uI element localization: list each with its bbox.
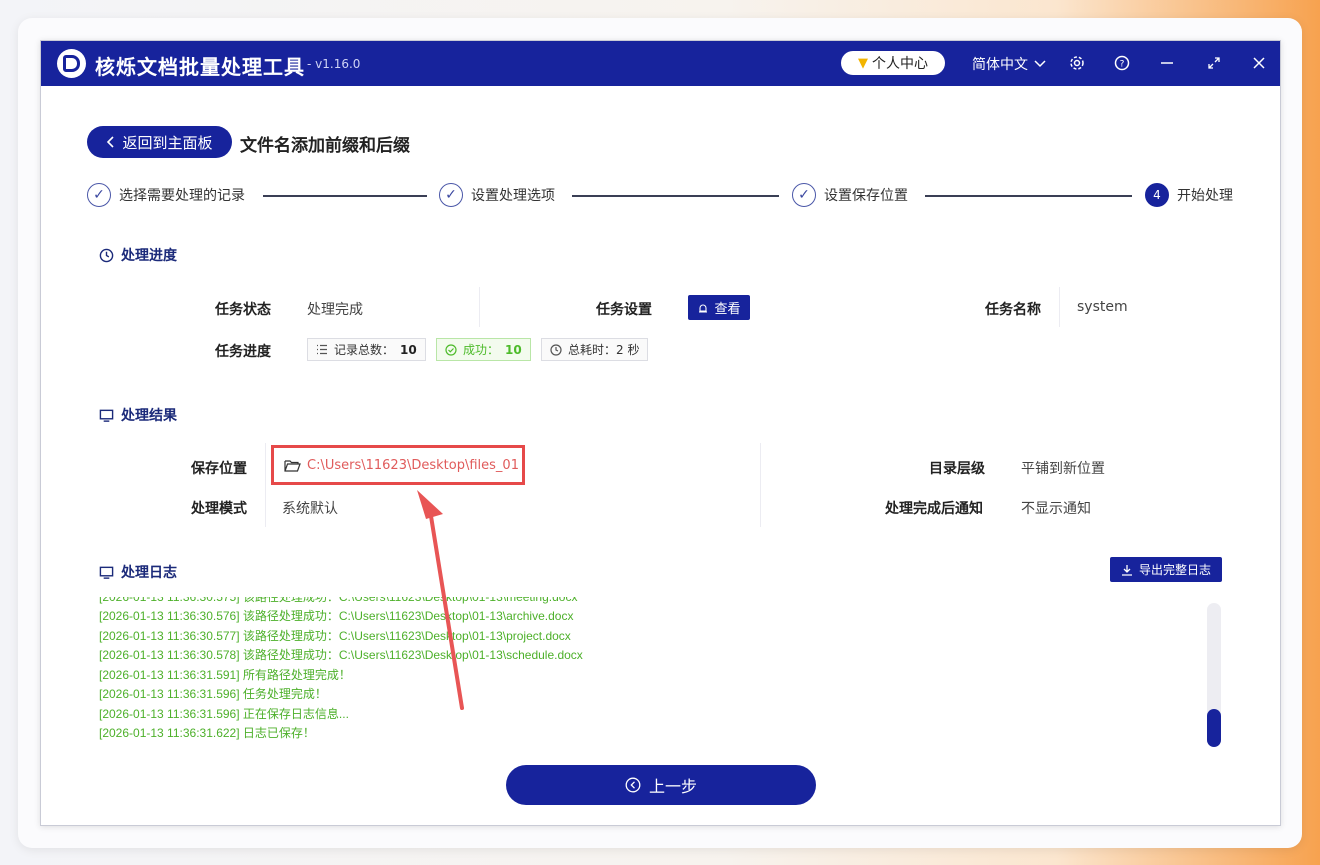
divider bbox=[760, 443, 761, 527]
process-mode-label: 处理模式 bbox=[191, 501, 247, 517]
step-1-label: 选择需要处理的记录 bbox=[119, 188, 245, 204]
title-bar: 核烁文档批量处理工具 - v1.16.0 ▼ 个人中心 简体中文 ? bbox=[41, 41, 1280, 86]
success-value: 10 bbox=[505, 342, 522, 357]
check-icon: ✓ bbox=[87, 183, 111, 207]
step-4-label: 开始处理 bbox=[1177, 188, 1233, 204]
check-icon: ✓ bbox=[792, 183, 816, 207]
notify-value: 不显示通知 bbox=[1021, 501, 1091, 517]
step-2-label: 设置处理选项 bbox=[471, 188, 555, 204]
app-title: 核烁文档批量处理工具 bbox=[95, 55, 305, 79]
view-settings-button[interactable]: 查看 bbox=[688, 295, 750, 320]
page-title: 文件名添加前缀和后缀 bbox=[240, 136, 410, 156]
directory-level-value: 平铺到新位置 bbox=[1021, 461, 1105, 477]
success-label: 成功： bbox=[463, 343, 500, 357]
divider bbox=[479, 287, 480, 327]
step-4: 4 开始处理 bbox=[1145, 183, 1233, 207]
total-records-label: 记录总数： bbox=[334, 343, 395, 357]
list-icon bbox=[317, 344, 327, 355]
alarm-icon bbox=[699, 304, 708, 313]
export-log-label: 导出完整日志 bbox=[1138, 563, 1211, 577]
task-status-label: 任务状态 bbox=[215, 302, 271, 318]
vip-badge-icon: ▼ bbox=[858, 55, 868, 71]
app-version: - v1.16.0 bbox=[307, 57, 361, 71]
export-log-button[interactable]: 导出完整日志 bbox=[1110, 557, 1222, 582]
progress-section-title: 处理进度 bbox=[121, 248, 177, 264]
task-name-label: 任务名称 bbox=[985, 302, 1041, 318]
user-center-label: 个人中心 bbox=[872, 56, 928, 72]
monitor-icon bbox=[99, 409, 114, 422]
log-scroll-thumb[interactable] bbox=[1207, 709, 1221, 747]
log-line: [2026-01-13 11:36:31.622] 日志已保存！ bbox=[99, 726, 315, 740]
language-select[interactable]: 简体中文 bbox=[972, 54, 1046, 74]
save-path-link[interactable]: C:\Users\11623\Desktop\files_01 bbox=[271, 445, 525, 485]
app-logo-icon bbox=[57, 49, 86, 78]
log-line: [2026-01-13 11:36:30.576] 该路径处理成功：C:\Use… bbox=[99, 609, 574, 623]
maximize-icon[interactable] bbox=[1204, 53, 1224, 73]
log-list[interactable]: [2026-01-13 11:36:30.575] 该路径处理成功：C:\Use… bbox=[96, 597, 1206, 747]
download-icon bbox=[1121, 564, 1132, 576]
task-name-value: system bbox=[1077, 299, 1128, 315]
step-2: ✓ 设置处理选项 bbox=[439, 183, 555, 207]
step-4-number: 4 bbox=[1145, 183, 1169, 207]
save-path-text: C:\Users\11623\Desktop\files_01 bbox=[307, 457, 519, 473]
clock-icon bbox=[99, 248, 114, 262]
minimize-icon[interactable] bbox=[1157, 53, 1177, 73]
chevron-left-icon bbox=[107, 136, 115, 148]
folder-open-icon bbox=[284, 459, 301, 472]
close-icon[interactable] bbox=[1249, 53, 1269, 73]
arrow-left-circle-icon bbox=[625, 777, 641, 793]
help-icon[interactable]: ? bbox=[1112, 53, 1132, 73]
step-connector bbox=[572, 195, 779, 197]
task-status-value: 处理完成 bbox=[307, 302, 363, 318]
directory-level-label: 目录层级 bbox=[929, 461, 985, 477]
back-to-main-button[interactable]: 返回到主面板 bbox=[87, 126, 232, 158]
task-progress-label: 任务进度 bbox=[215, 344, 271, 360]
previous-step-button[interactable]: 上一步 bbox=[506, 765, 816, 805]
process-mode-value: 系统默认 bbox=[282, 501, 338, 517]
step-3: ✓ 设置保存位置 bbox=[792, 183, 908, 207]
app-window: 核烁文档批量处理工具 - v1.16.0 ▼ 个人中心 简体中文 ? 返回到主面… bbox=[40, 40, 1281, 826]
log-line: [2026-01-13 11:36:31.591] 所有路径处理完成！ bbox=[99, 668, 351, 682]
check-circle-icon bbox=[445, 343, 457, 356]
notify-label: 处理完成后通知 bbox=[885, 501, 983, 517]
step-connector bbox=[925, 195, 1132, 197]
user-center-button[interactable]: ▼ 个人中心 bbox=[841, 51, 945, 75]
step-connector bbox=[263, 195, 427, 197]
language-label: 简体中文 bbox=[972, 57, 1028, 73]
log-section-title: 处理日志 bbox=[121, 565, 177, 581]
monitor-icon bbox=[99, 566, 114, 579]
step-1: ✓ 选择需要处理的记录 bbox=[87, 183, 245, 207]
chevron-down-icon bbox=[1034, 60, 1046, 68]
success-chip: 成功： 10 bbox=[436, 338, 531, 361]
step-3-label: 设置保存位置 bbox=[824, 188, 908, 204]
log-line: [2026-01-13 11:36:30.577] 该路径处理成功：C:\Use… bbox=[99, 629, 571, 643]
elapsed-time-label: 总耗时：2 秒 bbox=[568, 343, 640, 357]
result-section-header: 处理结果 bbox=[99, 405, 177, 425]
divider bbox=[265, 443, 266, 527]
previous-step-label: 上一步 bbox=[648, 777, 697, 796]
settings-gear-icon[interactable] bbox=[1067, 53, 1087, 73]
log-line: [2026-01-13 11:36:30.578] 该路径处理成功：C:\Use… bbox=[99, 648, 583, 662]
total-records-value: 10 bbox=[400, 342, 417, 357]
log-line: [2026-01-13 11:36:31.596] 任务处理完成！ bbox=[99, 687, 327, 701]
view-button-label: 查看 bbox=[714, 302, 741, 317]
svg-text:?: ? bbox=[1120, 60, 1125, 70]
clock-icon bbox=[550, 343, 562, 356]
elapsed-time-chip: 总耗时：2 秒 bbox=[541, 338, 649, 361]
back-button-label: 返回到主面板 bbox=[122, 133, 213, 152]
check-icon: ✓ bbox=[439, 183, 463, 207]
save-location-label: 保存位置 bbox=[191, 461, 247, 477]
total-records-chip: 记录总数： 10 bbox=[307, 338, 426, 361]
divider bbox=[1059, 287, 1060, 327]
log-section-header: 处理日志 bbox=[99, 562, 177, 582]
log-line: [2026-01-13 11:36:30.575] 该路径处理成功：C:\Use… bbox=[99, 597, 578, 604]
task-settings-label: 任务设置 bbox=[596, 302, 652, 318]
log-line: [2026-01-13 11:36:31.596] 正在保存日志信息... bbox=[99, 707, 349, 721]
progress-section-header: 处理进度 bbox=[99, 245, 177, 265]
result-section-title: 处理结果 bbox=[121, 408, 177, 424]
